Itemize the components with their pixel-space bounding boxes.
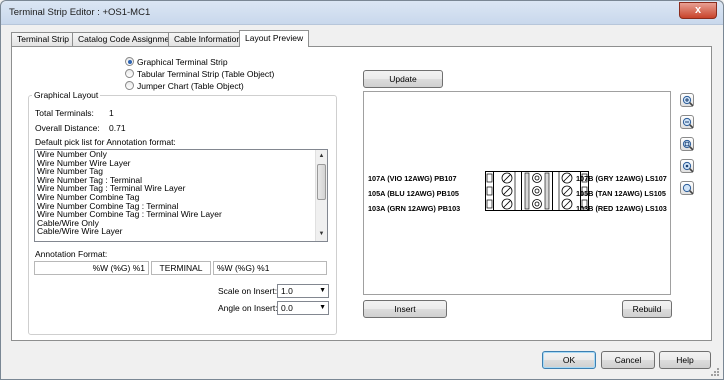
right-wire-label: 105B (TAN 12AWG) LS105 bbox=[576, 189, 666, 198]
zoom-window-icon bbox=[682, 139, 694, 151]
total-terminals-value: 1 bbox=[109, 108, 114, 118]
insert-button[interactable]: Insert bbox=[363, 300, 447, 318]
scale-on-insert-combo[interactable]: 1.0 ▼ bbox=[277, 284, 329, 298]
listbox-scrollbar[interactable]: ▲ ▼ bbox=[315, 150, 327, 241]
terminal-strip-editor-window: Terminal Strip Editor : +OS1-MC1 x Termi… bbox=[0, 0, 724, 380]
close-button[interactable]: x bbox=[679, 2, 717, 19]
overall-distance-value: 0.71 bbox=[109, 123, 126, 133]
tab-layout-preview[interactable]: Layout Preview bbox=[239, 30, 310, 47]
right-wire-label: 107B (GRY 12AWG) LS107 bbox=[576, 174, 667, 183]
zoom-extents-button[interactable] bbox=[680, 159, 694, 173]
radio-tabular-terminal-strip[interactable]: Tabular Terminal Strip (Table Object) bbox=[125, 69, 274, 80]
ok-button[interactable]: OK bbox=[542, 351, 596, 369]
radio-button[interactable] bbox=[125, 69, 134, 78]
zoom-in-button[interactable] bbox=[680, 93, 694, 107]
pick-list-label: Default pick list for Annotation format: bbox=[35, 137, 176, 147]
cancel-button[interactable]: Cancel bbox=[601, 351, 655, 369]
zoom-extents-icon bbox=[682, 161, 694, 173]
annotation-middle-field[interactable]: TERMINAL bbox=[151, 261, 211, 275]
resize-grip-icon[interactable] bbox=[710, 367, 720, 377]
chevron-down-icon[interactable]: ▼ bbox=[319, 285, 326, 297]
scale-on-insert-label: Scale on Insert: bbox=[218, 286, 278, 296]
left-wire-label: 103A (GRN 12AWG) PB103 bbox=[368, 204, 461, 213]
title-bar[interactable]: Terminal Strip Editor : +OS1-MC1 x bbox=[1, 1, 723, 25]
annotation-format-label: Annotation Format: bbox=[35, 249, 108, 259]
zoom-realtime-icon bbox=[682, 183, 694, 195]
scroll-down-arrow-icon[interactable]: ▼ bbox=[316, 229, 327, 240]
annotation-right-field[interactable]: %W (%G) %1 bbox=[213, 261, 327, 275]
scroll-up-arrow-icon[interactable]: ▲ bbox=[316, 151, 327, 162]
list-item[interactable]: Cable/Wire Wire Layer bbox=[35, 227, 327, 236]
right-wire-label: 103B (RED 12AWG) LS103 bbox=[576, 204, 667, 213]
scale-value: 1.0 bbox=[281, 286, 293, 296]
graphical-layout-legend: Graphical Layout bbox=[32, 90, 101, 100]
angle-value: 0.0 bbox=[281, 303, 293, 313]
scrollbar-thumb[interactable] bbox=[317, 164, 326, 200]
radio-button[interactable] bbox=[125, 81, 134, 90]
tab-terminal-strip[interactable]: Terminal Strip bbox=[11, 32, 75, 46]
radio-button-selected[interactable] bbox=[125, 57, 134, 66]
zoom-window-button[interactable] bbox=[680, 137, 694, 151]
tab-catalog-code-assignment[interactable]: Catalog Code Assignment bbox=[72, 32, 183, 46]
help-button[interactable]: Help bbox=[659, 351, 711, 369]
pick-list-items: Wire Number Only Wire Number Wire Layer Wi… bbox=[35, 150, 327, 236]
tab-cable-information[interactable]: Cable Information bbox=[168, 32, 248, 46]
radio-jumper-chart[interactable]: Jumper Chart (Table Object) bbox=[125, 81, 244, 92]
left-wire-label: 107A (VIO 12AWG) PB107 bbox=[368, 174, 457, 183]
angle-on-insert-label: Angle on Insert: bbox=[218, 303, 278, 313]
zoom-out-button[interactable] bbox=[680, 115, 694, 129]
radio-label: Jumper Chart (Table Object) bbox=[137, 81, 244, 91]
window-title: Terminal Strip Editor : +OS1-MC1 bbox=[9, 7, 151, 18]
layout-preview-canvas[interactable]: 107A (VIO 12AWG) PB107 105A (BLU 12AWG) … bbox=[363, 91, 671, 295]
left-wire-label: 105A (BLU 12AWG) PB105 bbox=[368, 189, 459, 198]
zoom-out-icon bbox=[682, 117, 694, 129]
annotation-format-listbox[interactable]: Wire Number Only Wire Number Wire Layer Wi… bbox=[34, 149, 328, 242]
radio-graphical-terminal-strip[interactable]: Graphical Terminal Strip bbox=[125, 57, 228, 68]
radio-label: Graphical Terminal Strip bbox=[137, 57, 228, 67]
zoom-realtime-button[interactable] bbox=[680, 181, 694, 195]
annotation-left-field[interactable]: %W (%G) %1 bbox=[34, 261, 149, 275]
total-terminals-label: Total Terminals: bbox=[35, 108, 94, 118]
radio-label: Tabular Terminal Strip (Table Object) bbox=[137, 69, 275, 79]
angle-on-insert-combo[interactable]: 0.0 ▼ bbox=[277, 301, 329, 315]
terminal-strip-graphic bbox=[485, 171, 589, 211]
chevron-down-icon[interactable]: ▼ bbox=[319, 302, 326, 314]
overall-distance-label: Overall Distance: bbox=[35, 123, 100, 133]
update-button[interactable]: Update bbox=[363, 70, 443, 88]
rebuild-button[interactable]: Rebuild bbox=[622, 300, 672, 318]
zoom-in-icon bbox=[682, 95, 694, 107]
